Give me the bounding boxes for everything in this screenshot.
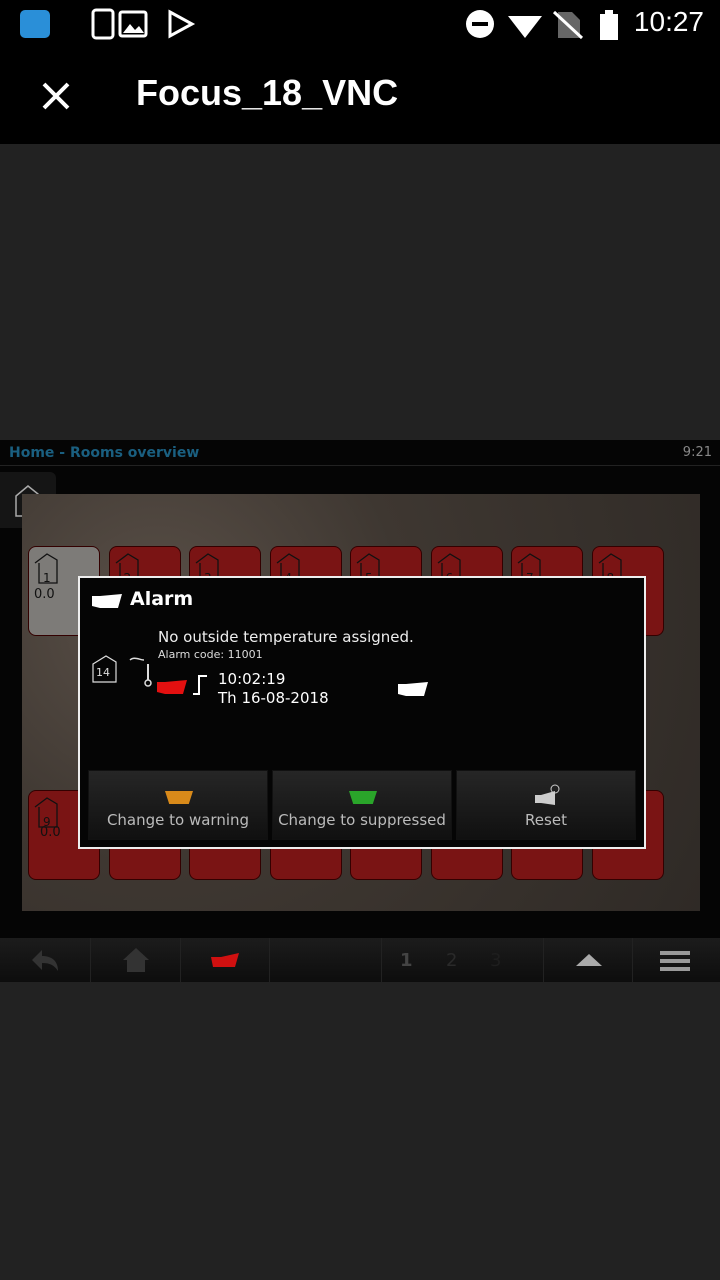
alarm-date: Th 16-08-2018 [218,689,329,707]
app-title: Focus_18_VNC [136,72,399,113]
vnc-screen[interactable]: Home - Rooms overview 9:21 12345678 9 0.… [0,440,720,982]
house-icon [34,553,58,584]
warning-flag-icon [165,791,193,804]
menu-button[interactable] [660,950,692,976]
room1-value: 0.0 [34,587,55,602]
back-button[interactable] [0,938,91,982]
back-arrow-icon [32,950,58,971]
alarm-severity-icon [157,680,187,694]
button-label: Change to suppressed [278,811,446,829]
home-button[interactable] [91,938,181,982]
triangle-up-icon [576,954,602,966]
room-number: 14 [96,666,110,679]
change-to-suppressed-button[interactable]: Change to suppressed [272,770,452,840]
alarm-flag-icon [211,953,239,967]
scroll-up-button[interactable] [543,938,633,982]
button-label: Change to warning [106,811,250,829]
vnc-time: 9:21 [682,445,712,460]
page-3[interactable]: 3 [490,950,501,971]
status-bar: 10:27 [0,0,720,48]
outside-temperature-icon [129,657,152,687]
reset-button[interactable]: Reset [456,770,636,840]
breadcrumb[interactable]: Home - Rooms overview [9,445,199,461]
dialog-title: Alarm [130,588,194,610]
alarm-button[interactable] [181,938,270,982]
system-icons [466,10,618,40]
alarm-code: Alarm code: 11001 [158,648,263,661]
house-icon [34,797,58,828]
alarm-time: 10:02:19 [218,670,286,688]
reset-horn-icon [535,784,560,805]
button-label: Reset [525,811,567,829]
home-icon [123,948,149,972]
clock: 10:27 [633,6,704,37]
suppressed-flag-icon [349,791,377,804]
page-1[interactable]: 1 [400,950,413,971]
page-2[interactable]: 2 [446,950,457,971]
close-icon[interactable] [38,78,74,114]
alarm-horn-icon [398,682,428,696]
hamburger-menu-icon [660,951,690,971]
alarm-horn-icon [92,594,122,608]
change-to-warning-button[interactable]: Change to warning [88,770,268,840]
app-bar: Focus_18_VNC [0,48,720,144]
room9-value: 0.0 [40,825,61,840]
notification-icons [20,8,196,40]
trigger-edge-icon [193,675,207,695]
vnc-nav-bar: 1 2 3 [0,938,720,982]
nav-spacer [270,938,382,982]
vnc-header: Home - Rooms overview 9:21 [0,440,720,466]
alarm-dialog: Alarm No outside temperature assigned. A… [78,576,646,849]
alarm-message: No outside temperature assigned. [158,628,414,646]
